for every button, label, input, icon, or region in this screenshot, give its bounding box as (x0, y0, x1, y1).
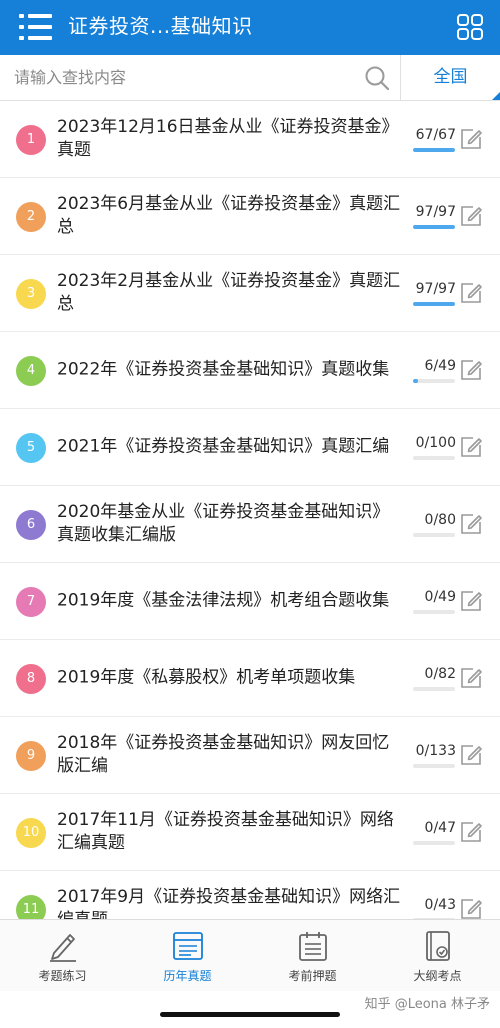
tab-label: 大纲考点 (413, 969, 462, 983)
exam-paper-list[interactable]: 1 2023年12月16日基金从业《证券投资基金》真题 67/67 2 2023年6月基… (0, 101, 500, 919)
progress-bar (413, 456, 455, 460)
list-item[interactable]: 1 2023年12月16日基金从业《证券投资基金》真题 67/67 (0, 101, 500, 178)
edit-icon[interactable] (459, 127, 483, 151)
list-item[interactable]: 9 2018年《证券投资基金基础知识》网友回忆版汇编 0/133 (0, 717, 500, 794)
progress-bar-fill (413, 148, 455, 152)
paper-title: 2020年基金从业《证券投资基金基础知识》真题收集汇编版 (57, 502, 390, 545)
progress-bar (413, 841, 455, 845)
tab-label: 考题练习 (38, 969, 87, 983)
progress-count: 0/133 (415, 743, 456, 759)
progress-bar (413, 225, 455, 229)
list-item[interactable]: 3 2023年2月基金从业《证券投资基金》真题汇总 97/97 (0, 255, 500, 332)
paper-title: 2021年《证券投资基金基础知识》真题汇编 (57, 436, 390, 457)
tab-past-papers[interactable]: 历年真题 (125, 920, 250, 991)
list-item[interactable]: 10 2017年11月《证券投资基金基础知识》网络汇编真题 0/47 (0, 794, 500, 871)
progress-count: 0/80 (424, 512, 456, 528)
paper-title: 2022年《证券投资基金基础知识》真题收集 (57, 359, 390, 380)
book-check-icon (426, 931, 450, 961)
list-item[interactable]: 11 2017年9月《证券投资基金基础知识》网络汇编真题 0/43 (0, 871, 500, 919)
number-badge: 4 (16, 356, 46, 386)
tab-practice[interactable]: 考题练习 (0, 920, 125, 991)
list-item[interactable]: 2 2023年6月基金从业《证券投资基金》真题汇总 97/97 (0, 178, 500, 255)
number-badge: 11 (16, 895, 46, 919)
edit-icon[interactable] (459, 204, 483, 228)
edit-icon[interactable] (459, 820, 483, 844)
number-badge: 7 (16, 587, 46, 617)
progress-bar (413, 302, 455, 306)
edit-icon[interactable] (459, 435, 483, 459)
calendar-list-icon (299, 932, 327, 961)
progress-bar-fill (413, 379, 419, 383)
tab-predicted-questions[interactable]: 考前押题 (250, 920, 375, 991)
menu-icon[interactable] (18, 11, 54, 43)
bottom-area: 知乎 @Leona 林子矛 (0, 991, 500, 1028)
paper-title: 2017年11月《证券投资基金基础知识》网络汇编真题 (57, 810, 394, 853)
tab-label: 历年真题 (163, 969, 212, 983)
list-item[interactable]: 6 2020年基金从业《证券投资基金基础知识》真题收集汇编版 0/80 (0, 486, 500, 563)
progress-count: 97/97 (415, 281, 456, 297)
paper-title: 2023年12月16日基金从业《证券投资基金》真题 (57, 117, 399, 160)
search-bar: 全国 (0, 55, 500, 101)
edit-icon[interactable] (459, 281, 483, 305)
progress-count: 0/49 (424, 589, 456, 605)
number-badge: 5 (16, 433, 46, 463)
grid-icon[interactable] (456, 13, 484, 41)
paper-title: 2023年2月基金从业《证券投资基金》真题汇总 (57, 271, 401, 314)
region-select-button[interactable]: 全国 (400, 55, 500, 100)
edit-icon[interactable] (459, 666, 483, 690)
search-icon[interactable] (364, 65, 390, 91)
progress-count: 0/43 (424, 897, 456, 913)
region-label: 全国 (433, 67, 468, 87)
watermark: 知乎 @Leona 林子矛 (364, 997, 490, 1012)
progress-count: 0/82 (424, 666, 456, 682)
paper-title: 2017年9月《证券投资基金基础知识》网络汇编真题 (57, 887, 401, 919)
progress-count: 6/49 (424, 358, 456, 374)
edit-icon[interactable] (459, 358, 483, 382)
progress-count: 0/100 (415, 435, 456, 451)
newspaper-icon (173, 932, 203, 960)
paper-title: 2019年度《私募股权》机考单项题收集 (57, 667, 356, 688)
progress-bar (413, 610, 455, 614)
page-title: 证券投资...基础知识 (68, 14, 253, 38)
edit-icon[interactable] (459, 589, 483, 613)
progress-bar (413, 764, 455, 768)
list-item[interactable]: 5 2021年《证券投资基金基础知识》真题汇编 0/100 (0, 409, 500, 486)
tab-label: 考前押题 (288, 969, 337, 983)
number-badge: 2 (16, 202, 46, 232)
paper-title: 2019年度《基金法律法规》机考组合题收集 (57, 590, 390, 611)
search-input[interactable] (0, 55, 400, 100)
progress-bar (413, 687, 455, 691)
progress-bar-fill (413, 225, 455, 229)
tab-syllabus[interactable]: 大纲考点 (375, 920, 500, 991)
bottom-tab-bar: 考题练习 历年真题 考前押题 大纲考点 (0, 919, 500, 991)
number-badge: 9 (16, 741, 46, 771)
progress-bar (413, 379, 455, 383)
paper-title: 2018年《证券投资基金基础知识》网友回忆版汇编 (57, 733, 390, 776)
number-badge: 3 (16, 279, 46, 309)
home-indicator[interactable] (160, 1012, 340, 1017)
list-item[interactable]: 8 2019年度《私募股权》机考单项题收集 0/82 (0, 640, 500, 717)
progress-count: 67/67 (415, 127, 456, 143)
edit-icon[interactable] (459, 512, 483, 536)
progress-bar (413, 533, 455, 537)
progress-count: 0/47 (424, 820, 456, 836)
number-badge: 8 (16, 664, 46, 694)
edit-icon[interactable] (459, 743, 483, 767)
edit-icon[interactable] (459, 897, 483, 919)
progress-bar-fill (413, 302, 455, 306)
list-item[interactable]: 7 2019年度《基金法律法规》机考组合题收集 0/49 (0, 563, 500, 640)
pencil-icon (50, 934, 76, 962)
dropdown-corner-icon (492, 92, 500, 100)
list-item[interactable]: 4 2022年《证券投资基金基础知识》真题收集 6/49 (0, 332, 500, 409)
paper-title: 2023年6月基金从业《证券投资基金》真题汇总 (57, 194, 401, 237)
progress-count: 97/97 (415, 204, 456, 220)
progress-bar (413, 148, 455, 152)
number-badge: 10 (16, 818, 46, 848)
number-badge: 1 (16, 125, 46, 155)
app-header: 证券投资...基础知识 (0, 0, 500, 55)
number-badge: 6 (16, 510, 46, 540)
